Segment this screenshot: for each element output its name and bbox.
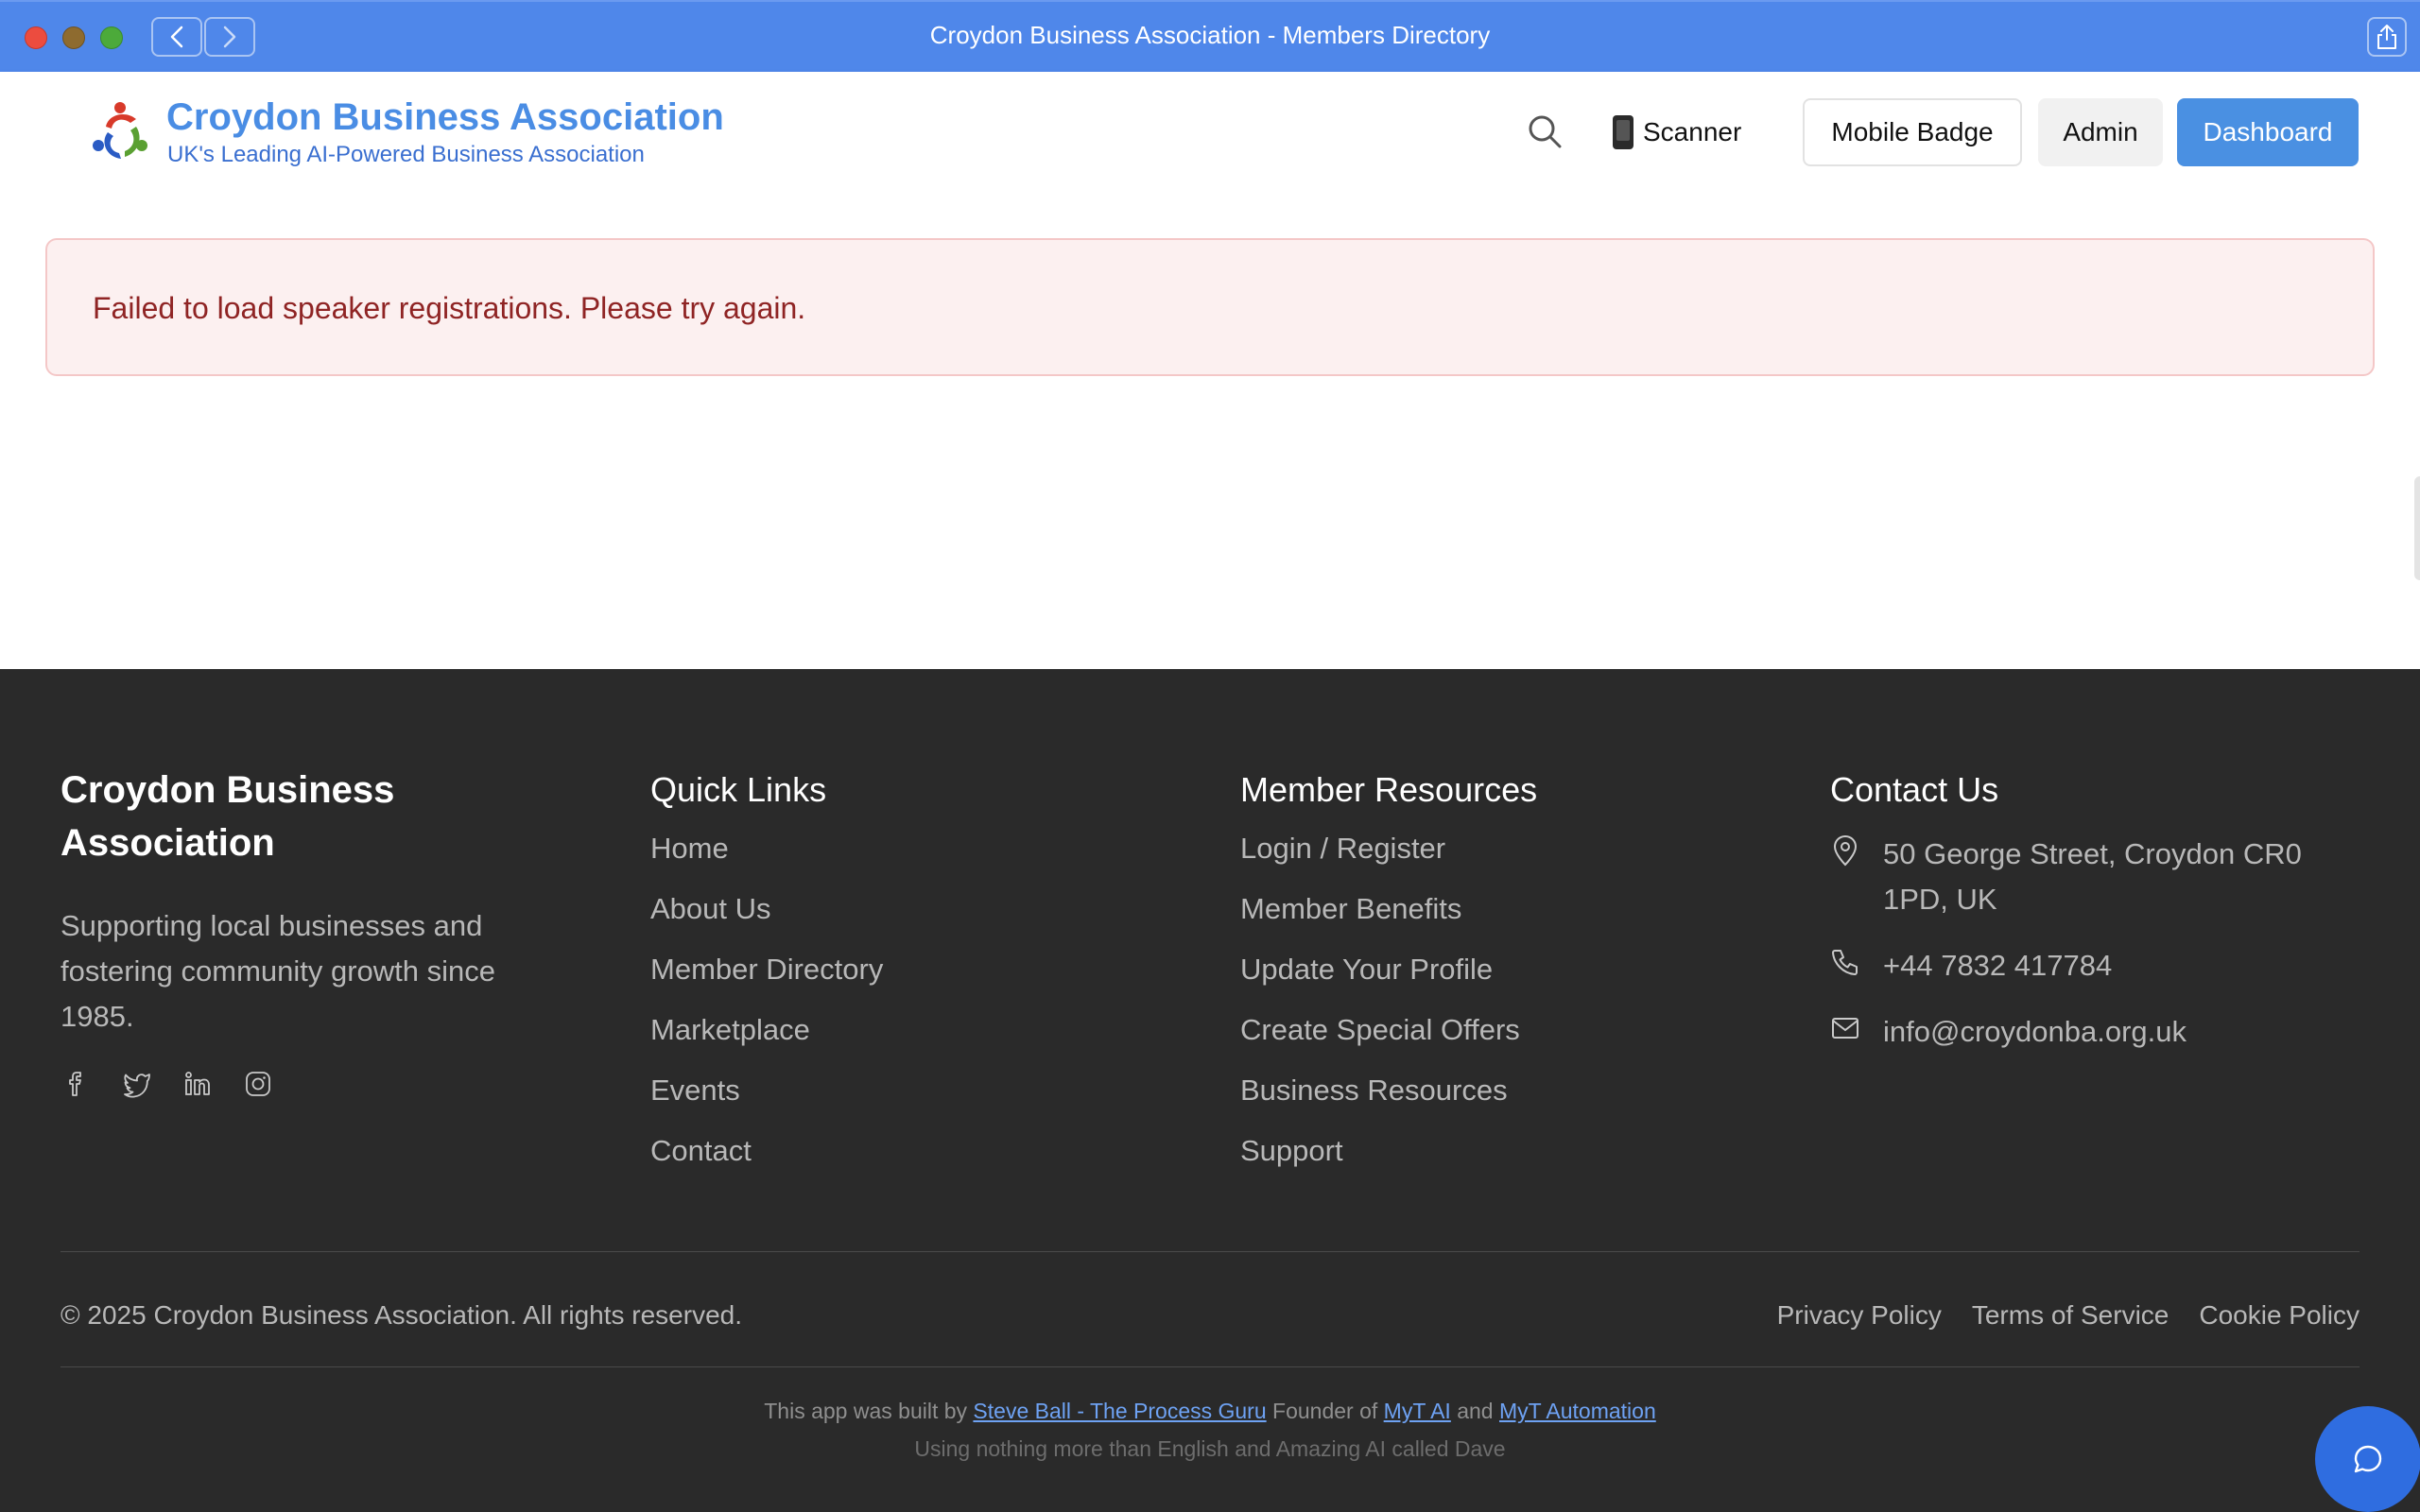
social-links bbox=[60, 1068, 590, 1100]
privacy-policy-link[interactable]: Privacy Policy bbox=[1777, 1300, 1942, 1331]
mobile-phone-icon bbox=[1613, 115, 1634, 149]
contact-address: 50 George Street, Croydon CR0 1PD, UK bbox=[1830, 832, 2341, 922]
contact-phone-text[interactable]: +44 7832 417784 bbox=[1883, 943, 2112, 988]
site-header: Croydon Business Association UK's Leadin… bbox=[0, 72, 2420, 193]
footer-link-update-profile[interactable]: Update Your Profile bbox=[1240, 953, 1537, 987]
window-title: Croydon Business Association - Members D… bbox=[929, 21, 1491, 49]
contact-phone: +44 7832 417784 bbox=[1830, 943, 2341, 988]
twitter-icon[interactable] bbox=[121, 1068, 153, 1100]
brand-name[interactable]: Croydon Business Association bbox=[166, 96, 724, 139]
footer-link-business-resources[interactable]: Business Resources bbox=[1240, 1074, 1537, 1108]
footer-link-special-offers[interactable]: Create Special Offers bbox=[1240, 1013, 1537, 1047]
credit-founder-text: Founder of bbox=[1272, 1399, 1378, 1423]
side-panel-handle[interactable] bbox=[2414, 476, 2420, 580]
main-content: Failed to load speaker registrations. Pl… bbox=[0, 193, 2420, 669]
footer-description: Supporting local businesses and fosterin… bbox=[60, 909, 496, 1033]
dashboard-button[interactable]: Dashboard bbox=[2177, 98, 2359, 166]
share-button[interactable] bbox=[2367, 17, 2407, 57]
footer-link-login[interactable]: Login / Register bbox=[1240, 832, 1537, 866]
legal-links: Privacy Policy Terms of Service Cookie P… bbox=[1777, 1300, 2360, 1331]
cookie-policy-link[interactable]: Cookie Policy bbox=[2199, 1300, 2360, 1331]
footer-quick-links: Quick Links Home About Us Member Directo… bbox=[650, 764, 883, 1194]
myt-ai-link[interactable]: MyT AI bbox=[1384, 1399, 1451, 1423]
member-resources-heading: Member Resources bbox=[1240, 770, 1538, 809]
chat-button[interactable] bbox=[2315, 1406, 2420, 1512]
quick-links-heading: Quick Links bbox=[650, 770, 827, 809]
scanner-label: Scanner bbox=[1643, 117, 1742, 146]
search-icon bbox=[1529, 115, 1562, 148]
site-footer: Croydon Business Association Supporting … bbox=[0, 669, 2420, 1512]
map-pin-icon bbox=[1830, 832, 1860, 869]
mobile-badge-button[interactable]: Mobile Badge bbox=[1803, 98, 2022, 166]
footer-contact: Contact Us 50 George Street, Croydon CR0… bbox=[1830, 764, 2341, 1055]
mail-icon bbox=[1830, 1009, 1860, 1047]
copyright-text: © 2025 Croydon Business Association. All… bbox=[60, 1300, 742, 1330]
terms-of-service-link[interactable]: Terms of Service bbox=[1972, 1300, 2169, 1331]
error-message: Failed to load speaker registrations. Pl… bbox=[93, 291, 806, 325]
admin-button[interactable]: Admin bbox=[2038, 98, 2163, 166]
myt-automation-link[interactable]: MyT Automation bbox=[1499, 1399, 1656, 1423]
author-link[interactable]: Steve Ball - The Process Guru bbox=[973, 1399, 1266, 1423]
footer-link-events[interactable]: Events bbox=[650, 1074, 883, 1108]
instagram-icon[interactable] bbox=[242, 1068, 274, 1100]
footer-link-about[interactable]: About Us bbox=[650, 892, 883, 926]
footer-link-member-directory[interactable]: Member Directory bbox=[650, 953, 883, 987]
phone-icon bbox=[1830, 943, 1860, 981]
app-credit: This app was built by Steve Ball - The P… bbox=[0, 1399, 2420, 1424]
association-logo[interactable] bbox=[87, 98, 153, 164]
credit-prefix: This app was built by bbox=[764, 1399, 968, 1423]
contact-heading: Contact Us bbox=[1830, 770, 1999, 809]
footer-divider bbox=[60, 1251, 2360, 1252]
footer-member-resources: Member Resources Login / Register Member… bbox=[1240, 764, 1537, 1194]
brand-tagline: UK's Leading AI-Powered Business Associa… bbox=[167, 142, 645, 167]
share-icon bbox=[2377, 25, 2396, 49]
window-titlebar: Croydon Business Association - Members D… bbox=[0, 0, 2420, 72]
footer-link-marketplace[interactable]: Marketplace bbox=[650, 1013, 883, 1047]
credit-tagline: Using nothing more than English and Amaz… bbox=[914, 1436, 1506, 1461]
footer-link-contact[interactable]: Contact bbox=[650, 1134, 883, 1168]
footer-org-name: Croydon Business Association bbox=[60, 769, 395, 864]
contact-email: info@croydonba.org.uk bbox=[1830, 1009, 2341, 1055]
footer-divider bbox=[60, 1366, 2360, 1367]
footer-link-member-benefits[interactable]: Member Benefits bbox=[1240, 892, 1537, 926]
footer-link-home[interactable]: Home bbox=[650, 832, 883, 866]
footer-link-support[interactable]: Support bbox=[1240, 1134, 1537, 1168]
facebook-icon[interactable] bbox=[60, 1068, 93, 1100]
chat-bubble-icon bbox=[2354, 1445, 2382, 1473]
search-button[interactable] bbox=[1524, 111, 1565, 152]
scanner-button[interactable]: Scanner bbox=[1613, 112, 1741, 153]
error-alert: Failed to load speaker registrations. Pl… bbox=[45, 238, 2375, 376]
contact-address-text: 50 George Street, Croydon CR0 1PD, UK bbox=[1883, 837, 2302, 916]
credit-and-text: and bbox=[1457, 1399, 1494, 1423]
linkedin-icon[interactable] bbox=[182, 1068, 214, 1100]
footer-about: Croydon Business Association Supporting … bbox=[60, 764, 590, 1100]
contact-email-text[interactable]: info@croydonba.org.uk bbox=[1883, 1009, 2187, 1055]
